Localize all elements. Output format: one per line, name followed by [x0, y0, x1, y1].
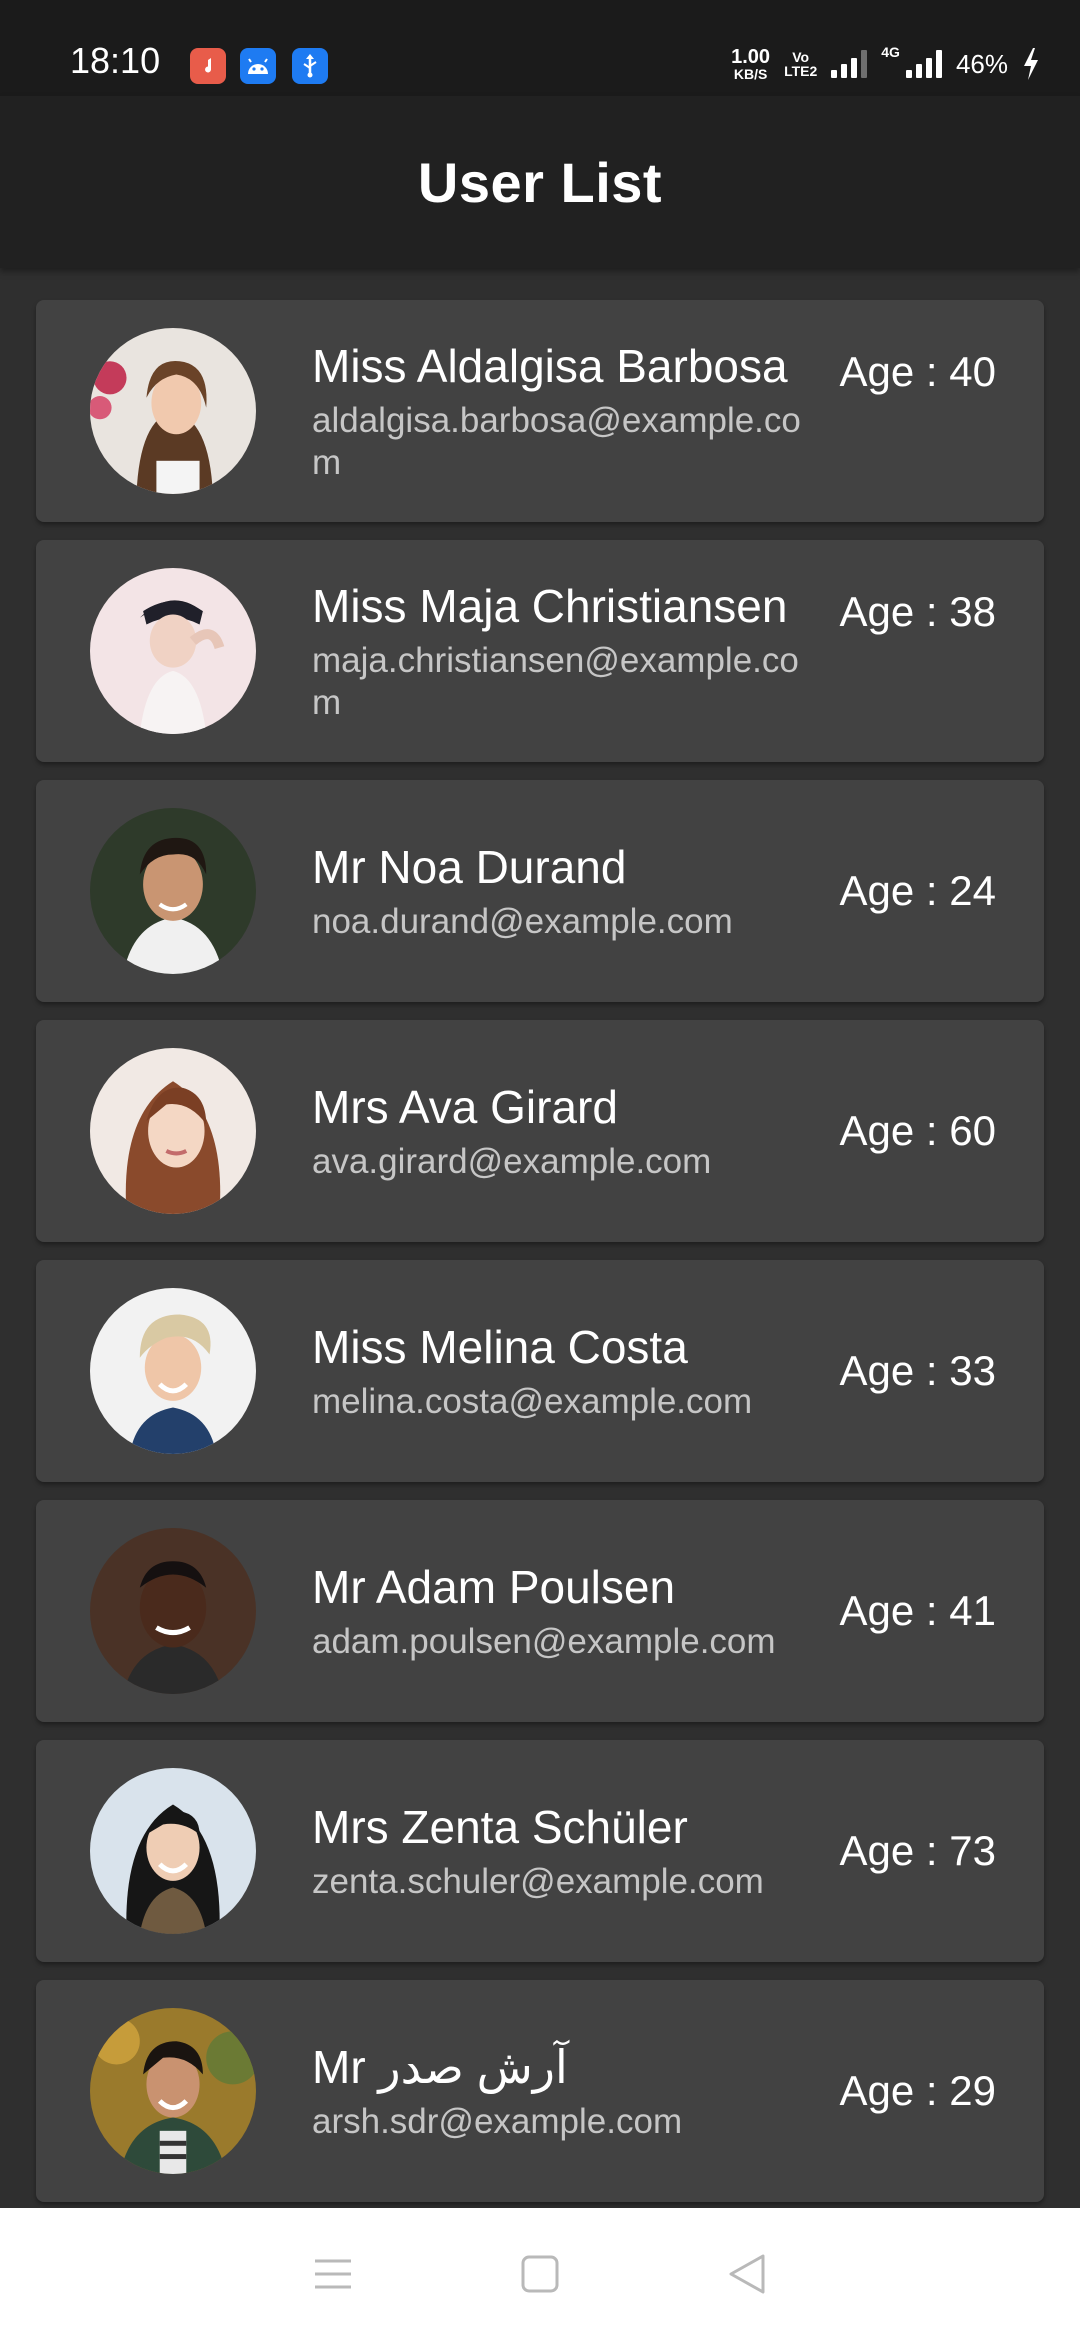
user-email: maja.christiansen@example.com — [312, 641, 799, 722]
user-info: Miss Maja Christiansen maja.christiansen… — [312, 540, 822, 762]
user-age: Age : 73 — [839, 1827, 996, 1874]
charging-bolt-icon — [1024, 48, 1038, 80]
user-list[interactable]: Miss Aldalgisa Barbosa aldalgisa.barbosa… — [36, 300, 1044, 2220]
music-icon — [190, 48, 226, 84]
user-age: Age : 41 — [839, 1587, 996, 1634]
user-card[interactable]: Mr Adam Poulsen adam.poulsen@example.com… — [36, 1500, 1044, 1722]
user-name: Mrs Ava Girard — [312, 1081, 618, 1133]
user-info: Mr Noa Durand noa.durand@example.com — [312, 780, 822, 1002]
user-age: Age : 40 — [839, 348, 996, 395]
user-card[interactable]: Miss Melina Costa melina.costa@example.c… — [36, 1260, 1044, 1482]
battery-percentage: 46% — [955, 48, 1008, 79]
usb-icon — [292, 48, 328, 84]
user-info: Miss Melina Costa melina.costa@example.c… — [312, 1260, 822, 1482]
user-email: noa.durand@example.com — [312, 902, 733, 941]
avatar — [90, 1768, 256, 1934]
user-card[interactable]: Mr آرش صدر arsh.sdr@example.com Age : 29 — [36, 1980, 1044, 2202]
user-name: Miss Melina Costa — [312, 1321, 688, 1373]
avatar — [90, 1528, 256, 1694]
user-info: Mrs Ava Girard ava.girard@example.com — [312, 1020, 822, 1242]
user-age: Age : 29 — [839, 2067, 996, 2114]
user-card[interactable]: Mr Noa Durand noa.durand@example.com Age… — [36, 780, 1044, 1002]
app-bar: User List — [0, 96, 1080, 268]
user-name: Miss Aldalgisa Barbosa — [312, 340, 788, 392]
android-icon — [240, 48, 276, 84]
user-info: Mr آرش صدر arsh.sdr@example.com — [312, 1980, 822, 2202]
network-type: 4G — [881, 44, 900, 60]
user-age: Age : 60 — [839, 1107, 996, 1154]
avatar — [90, 568, 256, 734]
avatar — [90, 1288, 256, 1454]
avatar — [90, 328, 256, 494]
user-age: Age : 33 — [839, 1347, 996, 1394]
page-title: User List — [417, 150, 663, 214]
user-name: Mr آرش صدر — [312, 2041, 568, 2093]
user-age: Age : 38 — [839, 588, 996, 635]
network-speed: 1.00 KB/S — [731, 47, 770, 81]
status-bar: 18:10 1.00 KB/S Vo LTE2 4G 46% — [0, 0, 1080, 96]
network-speed-unit: KB/S — [733, 66, 768, 82]
user-email: adam.poulsen@example.com — [312, 1622, 776, 1661]
signal-icon-sim1 — [831, 50, 868, 78]
user-email: aldalgisa.barbosa@example.com — [312, 401, 801, 482]
user-info: Mrs Zenta Schüler zenta.schuler@example.… — [312, 1740, 822, 1962]
volte-bottom: LTE2 — [784, 63, 818, 79]
status-time: 18:10 — [70, 40, 161, 81]
status-indicators: 1.00 KB/S Vo LTE2 4G 46% — [731, 44, 1040, 84]
home-square-icon[interactable] — [510, 2244, 570, 2304]
user-email: ava.girard@example.com — [312, 1142, 712, 1181]
avatar — [90, 808, 256, 974]
volte-top: Vo — [792, 49, 810, 65]
menu-icon[interactable] — [303, 2244, 363, 2304]
user-card[interactable]: Mrs Ava Girard ava.girard@example.com Ag… — [36, 1020, 1044, 1242]
user-card[interactable]: Mrs Zenta Schüler zenta.schuler@example.… — [36, 1740, 1044, 1962]
user-info: Miss Aldalgisa Barbosa aldalgisa.barbosa… — [312, 300, 822, 522]
user-card[interactable]: Miss Maja Christiansen maja.christiansen… — [36, 540, 1044, 762]
avatar — [90, 1048, 256, 1214]
user-name: Mrs Zenta Schüler — [312, 1801, 688, 1853]
user-email: arsh.sdr@example.com — [312, 2102, 683, 2141]
network-speed-value: 1.00 — [731, 46, 771, 68]
user-email: melina.costa@example.com — [312, 1382, 753, 1421]
user-card[interactable]: Miss Aldalgisa Barbosa aldalgisa.barbosa… — [36, 300, 1044, 522]
volte-indicator: Vo LTE2 — [784, 50, 817, 78]
user-name: Mr Adam Poulsen — [312, 1561, 676, 1613]
user-name: Miss Maja Christiansen — [312, 580, 788, 632]
signal-icon-sim2 — [905, 50, 942, 78]
user-age: Age : 24 — [839, 867, 996, 914]
user-info: Mr Adam Poulsen adam.poulsen@example.com — [312, 1500, 822, 1722]
avatar — [90, 2008, 256, 2174]
user-name: Mr Noa Durand — [312, 841, 627, 893]
user-email: zenta.schuler@example.com — [312, 1862, 764, 1901]
system-nav-bar — [0, 2208, 1080, 2340]
back-triangle-icon[interactable] — [717, 2244, 777, 2304]
